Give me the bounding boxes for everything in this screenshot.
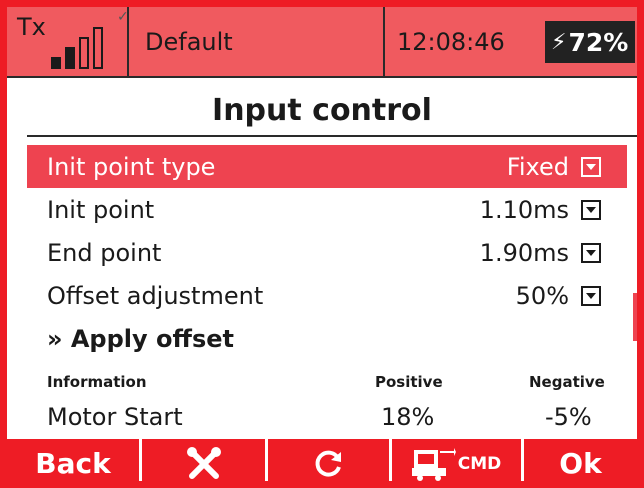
dropdown-arrow-icon[interactable] [581, 285, 601, 306]
refresh-button[interactable] [268, 439, 392, 481]
page-title: Input control [212, 93, 432, 128]
row-value: 50% [515, 281, 569, 310]
dropdown-arrow-icon[interactable] [581, 242, 601, 263]
dropdown-arrow-icon[interactable] [581, 199, 601, 220]
transmitter-signal: Tx ✓ [13, 7, 129, 76]
scroll-thumb[interactable] [633, 293, 637, 341]
refresh-icon [315, 450, 341, 477]
settings-list: Init point type Fixed Init point 1.10ms … [27, 145, 627, 360]
info-table-header: Information Positive Negative [47, 373, 617, 397]
battery-indicator: ⚡ 72% [519, 7, 637, 76]
clock: 12:08:46 [397, 27, 505, 56]
row-label: Init point type [47, 152, 216, 181]
tools-button[interactable] [142, 439, 268, 481]
apply-offset-button[interactable]: » Apply offset [27, 317, 627, 360]
scrollbar[interactable] [621, 145, 637, 435]
signal-bar [79, 37, 89, 69]
init-point-type-select[interactable]: Fixed [507, 153, 601, 181]
divider [127, 7, 129, 76]
row-label: Init point [47, 195, 155, 224]
info-table-row: Motor Start 18% -5% [47, 403, 617, 435]
info-header-positive: Positive [375, 373, 443, 391]
info-header-negative: Negative [529, 373, 605, 391]
motor-start-positive: 18% [381, 403, 435, 431]
end-point-row[interactable]: End point 1.90ms [27, 231, 627, 274]
offset-adjustment-row[interactable]: Offset adjustment 50% [27, 274, 627, 317]
bottom-action-bar: Back CMD Ok [7, 439, 637, 481]
ok-button[interactable]: Ok [524, 439, 637, 481]
screen-frame: Tx ✓ Default 12:08:46 ⚡ 72% Input contro… [0, 0, 644, 488]
cmd-icon [411, 447, 456, 481]
init-point-row[interactable]: Init point 1.10ms [27, 188, 627, 231]
row-value: 1.90ms [479, 238, 569, 267]
status-bar: Tx ✓ Default 12:08:46 ⚡ 72% [7, 7, 637, 78]
row-label: End point [47, 238, 162, 267]
tools-icon [186, 446, 221, 479]
back-button[interactable]: Back [7, 439, 142, 481]
init-point-type-row[interactable]: Init point type Fixed [27, 145, 627, 188]
cmd-label: CMD [457, 453, 502, 474]
signal-bar [93, 27, 103, 69]
title-divider [27, 135, 637, 137]
motor-start-label: Motor Start [47, 403, 183, 431]
signal-bar [65, 47, 75, 69]
end-point-select[interactable]: 1.90ms [480, 239, 601, 267]
motor-start-negative: -5% [545, 403, 592, 431]
charging-bolt-icon: ⚡ [551, 29, 567, 55]
offset-adjustment-select[interactable]: 50% [516, 282, 601, 310]
signal-bars-icon [51, 21, 117, 69]
battery-icon: ⚡ 72% [545, 21, 635, 63]
model-name[interactable]: Default [135, 7, 375, 76]
row-value: 1.10ms [479, 195, 569, 224]
tx-label: Tx [17, 13, 46, 41]
row-value: Fixed [506, 152, 569, 181]
row-label: Offset adjustment [47, 281, 264, 310]
command-button[interactable]: CMD [392, 439, 524, 481]
dropdown-arrow-icon[interactable] [581, 156, 601, 177]
battery-percent: 72% [568, 27, 629, 57]
info-header-information: Information [47, 373, 147, 391]
init-point-select[interactable]: 1.10ms [480, 196, 601, 224]
signal-bar [51, 57, 61, 69]
